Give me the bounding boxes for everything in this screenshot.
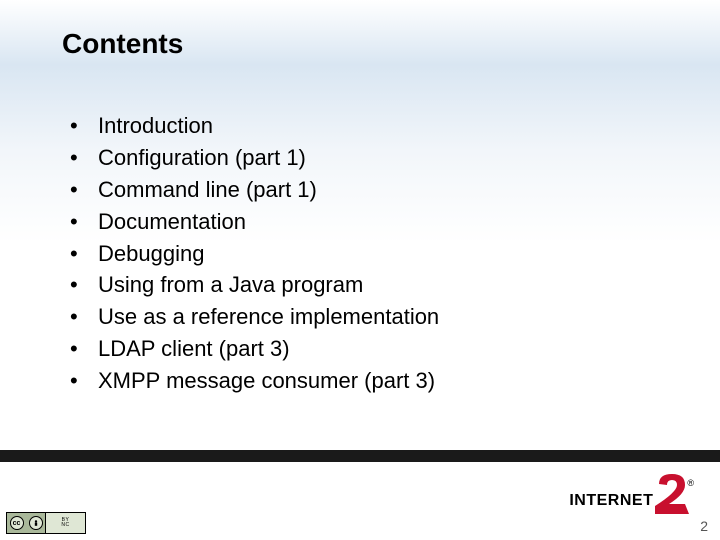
bullet-text: LDAP client (part 3) <box>98 333 290 365</box>
bullet-text: Use as a reference implementation <box>98 301 439 333</box>
bullet-text: Introduction <box>98 110 213 142</box>
footer-divider <box>0 450 720 462</box>
list-item: • Configuration (part 1) <box>70 142 660 174</box>
bullet-text: Using from a Java program <box>98 269 363 301</box>
bullet-list: • Introduction • Configuration (part 1) … <box>70 110 660 397</box>
bullet-icon: • <box>70 301 98 333</box>
list-item: • Introduction <box>70 110 660 142</box>
list-item: • Using from a Java program <box>70 269 660 301</box>
list-item: • XMPP message consumer (part 3) <box>70 365 660 397</box>
cc-cc-icon: cc <box>10 516 24 530</box>
bullet-icon: • <box>70 142 98 174</box>
page-number: 2 <box>700 518 708 534</box>
bullet-text: Configuration (part 1) <box>98 142 306 174</box>
logo-registered: ® <box>687 478 694 488</box>
list-item: • Debugging <box>70 238 660 270</box>
bullet-icon: • <box>70 206 98 238</box>
logo-2-icon <box>655 472 689 514</box>
list-item: • Documentation <box>70 206 660 238</box>
logo-text: INTERNET <box>569 492 653 510</box>
bullet-text: Command line (part 1) <box>98 174 317 206</box>
bullet-icon: • <box>70 365 98 397</box>
cc-label-bottom: NC <box>61 523 69 528</box>
bullet-icon: • <box>70 269 98 301</box>
list-item: • LDAP client (part 3) <box>70 333 660 365</box>
bullet-text: XMPP message consumer (part 3) <box>98 365 435 397</box>
bullet-text: Debugging <box>98 238 204 270</box>
bullet-icon: • <box>70 333 98 365</box>
cc-license-badge: cc BY NC <box>6 512 86 534</box>
slide: Contents • Introduction • Configuration … <box>0 0 720 540</box>
bullet-icon: • <box>70 110 98 142</box>
list-item: • Command line (part 1) <box>70 174 660 206</box>
internet2-logo: INTERNET ® <box>569 472 696 510</box>
slide-title: Contents <box>62 28 183 60</box>
cc-icons: cc <box>7 513 46 533</box>
bullet-icon: • <box>70 238 98 270</box>
bullet-text: Documentation <box>98 206 246 238</box>
bullet-icon: • <box>70 174 98 206</box>
cc-label: BY NC <box>46 518 85 528</box>
list-item: • Use as a reference implementation <box>70 301 660 333</box>
cc-by-icon <box>29 516 43 530</box>
